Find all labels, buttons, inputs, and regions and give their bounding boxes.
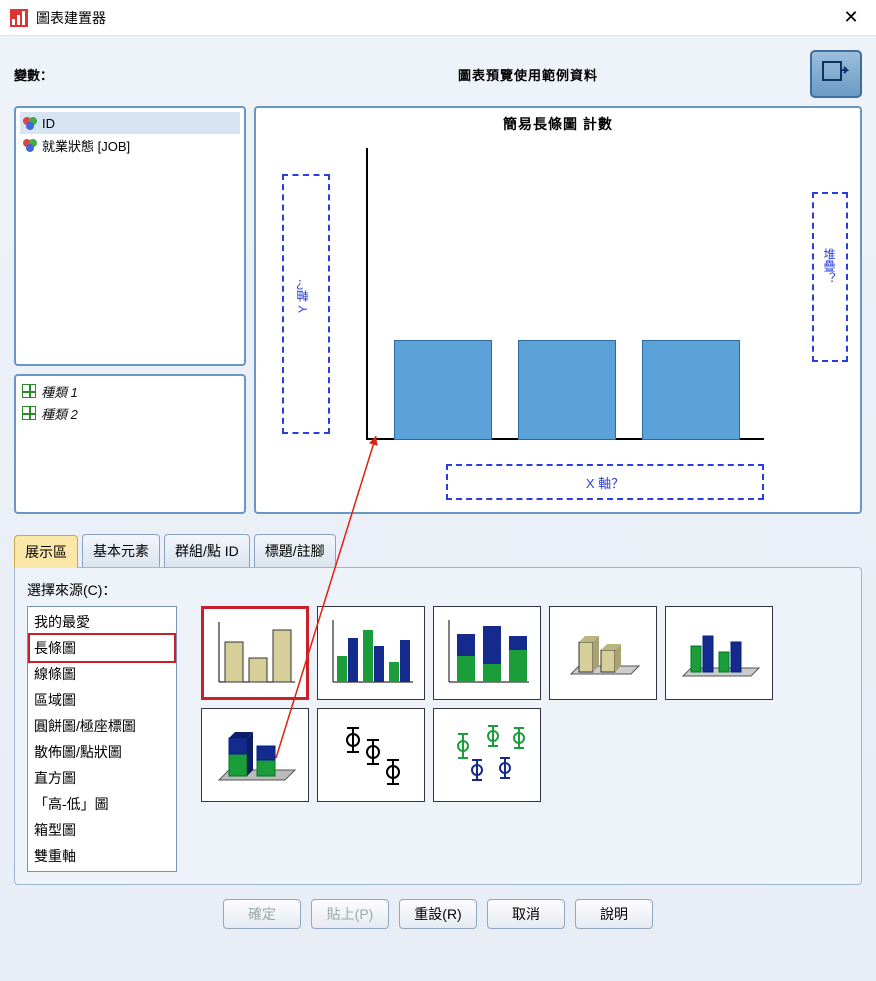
variables-list[interactable]: ID 就業狀態 [JOB] [14, 106, 246, 366]
gallery-3d-bar[interactable] [549, 606, 657, 700]
source-item-hilow[interactable]: 「高-低」圖 [30, 791, 174, 817]
preview-bar-chart [366, 148, 764, 440]
dialog-content: 變數： 圖表預覽使用範例資料 ID [0, 36, 876, 981]
source-item-scatter[interactable]: 散佈圖/點狀圖 [30, 739, 174, 765]
source-item-area[interactable]: 區域圖 [30, 687, 174, 713]
source-item-pie[interactable]: 圓餅圖/極座標圖 [30, 713, 174, 739]
app-icon [10, 9, 28, 27]
tab-basic-elements[interactable]: 基本元素 [82, 534, 160, 567]
help-button[interactable]: 說明 [575, 899, 653, 929]
source-item-favorites[interactable]: 我的最愛 [30, 609, 174, 635]
close-button[interactable]: ✕ [836, 3, 866, 33]
source-item-dualaxis[interactable]: 雙重軸 [30, 843, 174, 869]
gallery-3d-clustered[interactable] [665, 606, 773, 700]
gallery-grid [201, 606, 849, 802]
tab-titles-footnotes[interactable]: 標題/註腳 [254, 534, 336, 567]
variable-label: 就業狀態 [JOB] [42, 136, 130, 155]
stack-drop-label: 堆疊？ [821, 248, 838, 284]
category-icon [22, 384, 36, 398]
choose-from-label: 選擇來源(C)： [27, 580, 849, 600]
dialog-button-row: 確定 貼上(P) 重設(R) 取消 說明 [14, 885, 862, 931]
chart-title: 簡易長條圖 計數 [262, 114, 854, 134]
tab-gallery[interactable]: 展示區 [14, 535, 78, 568]
category-label: 種類 1 [41, 382, 78, 401]
category-item[interactable]: 種類 1 [20, 380, 240, 402]
gallery-error-bar-clustered[interactable] [433, 708, 541, 802]
chart-type-list[interactable]: 我的最愛 長條圖 線條圖 區域圖 圓餅圖/極座標圖 散佈圖/點狀圖 直方圖 「高… [27, 606, 177, 872]
nominal-icon [22, 137, 38, 153]
source-item-boxplot[interactable]: 箱型圖 [30, 817, 174, 843]
preview-label: 圖表預覽使用範例資料 [246, 65, 810, 84]
gallery-stacked-bar[interactable] [433, 606, 541, 700]
gallery-clustered-bar[interactable] [317, 606, 425, 700]
titlebar: 圖表建置器 ✕ [0, 0, 876, 36]
categories-list[interactable]: 種類 1 種類 2 [14, 374, 246, 514]
paste-button[interactable]: 貼上(P) [311, 899, 389, 929]
cancel-button[interactable]: 取消 [487, 899, 565, 929]
y-axis-drop-label: Y 軸？ [294, 278, 311, 313]
window-title: 圖表建置器 [36, 8, 106, 28]
variable-item[interactable]: 就業狀態 [JOB] [20, 134, 240, 156]
x-axis-drop-label: X 軸？ [586, 473, 624, 492]
gallery-simple-bar[interactable] [201, 606, 309, 700]
tab-panel-gallery: 選擇來源(C)： 我的最愛 長條圖 線條圖 區域圖 圓餅圖/極座標圖 散佈圖/點… [14, 567, 862, 885]
source-item-line[interactable]: 線條圖 [30, 661, 174, 687]
variables-label: 變數： [14, 65, 246, 84]
panel-grip[interactable] [106, 374, 156, 375]
ok-button[interactable]: 確定 [223, 899, 301, 929]
gallery-error-bar-simple[interactable] [317, 708, 425, 802]
variable-item[interactable]: ID [20, 112, 240, 134]
reset-button[interactable]: 重設(R) [399, 899, 477, 929]
variable-label: ID [42, 116, 55, 131]
nominal-icon [22, 115, 38, 131]
tab-group-id[interactable]: 群組/點 ID [164, 534, 250, 567]
category-icon [22, 406, 36, 420]
category-label: 種類 2 [41, 404, 78, 423]
category-item[interactable]: 種類 2 [20, 402, 240, 424]
x-axis-drop-zone[interactable]: X 軸？ [446, 464, 764, 500]
element-properties-button[interactable] [810, 50, 862, 98]
source-item-histogram[interactable]: 直方圖 [30, 765, 174, 791]
source-item-bar[interactable]: 長條圖 [28, 633, 176, 663]
gallery-3d-stacked[interactable] [201, 708, 309, 802]
chart-preview[interactable]: 簡易長條圖 計數 Y 軸？ 堆疊？ X 軸？ [254, 106, 862, 514]
tab-strip: 展示區 基本元素 群組/點 ID 標題/註腳 [14, 534, 862, 567]
